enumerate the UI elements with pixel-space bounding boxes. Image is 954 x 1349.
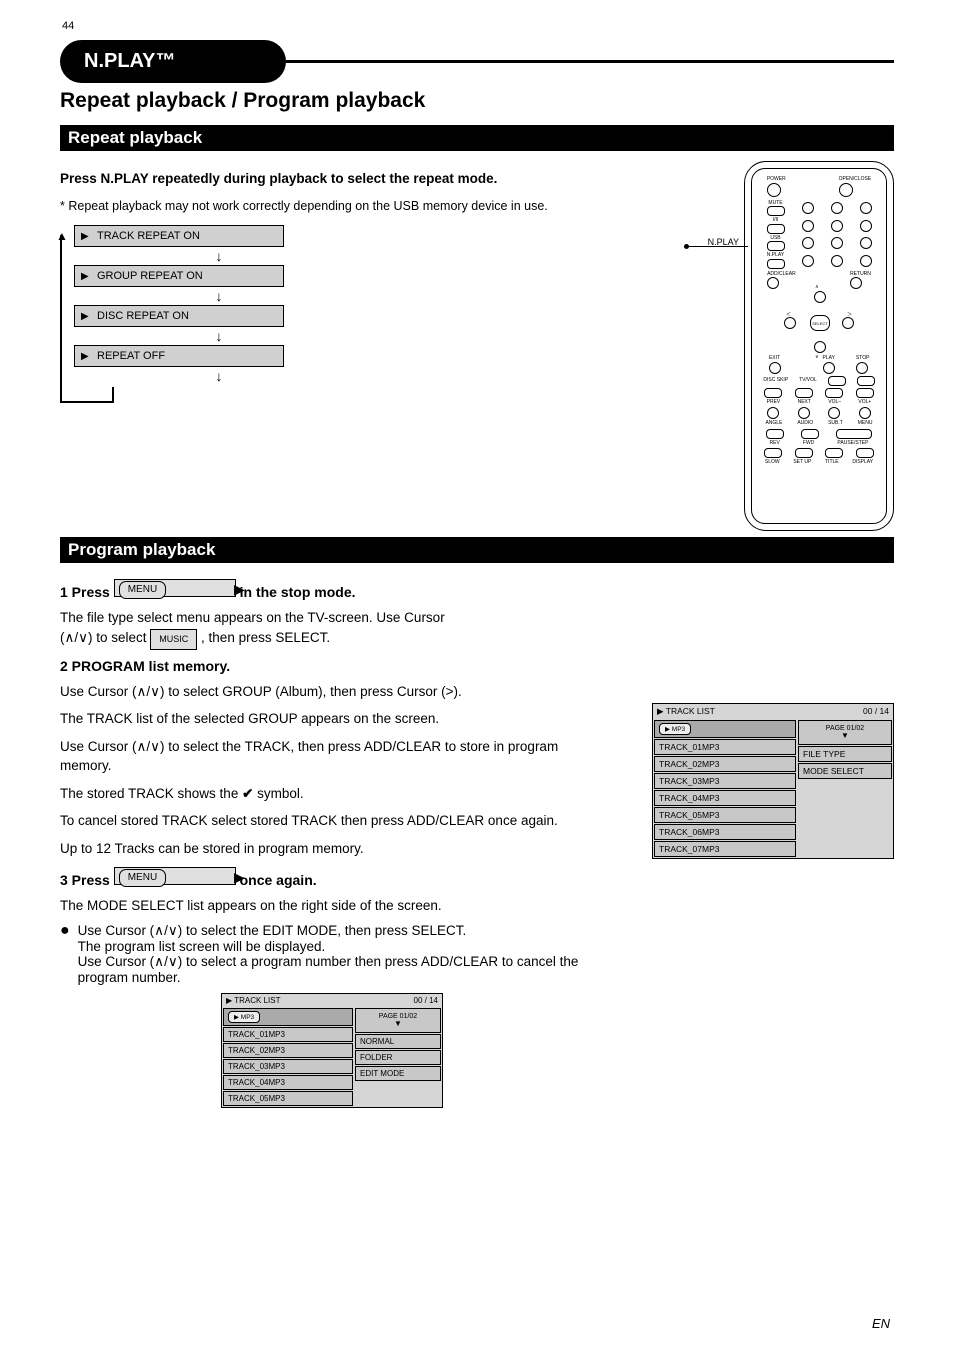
step-2-body5b: Up to 12 Tracks can be stored in program… — [60, 839, 604, 859]
subsection-bar-program: Program playback — [60, 537, 894, 563]
menu-button-graphic-2: MENU ▶ — [114, 867, 236, 885]
section-pill-title: N.PLAY™ — [60, 40, 286, 83]
section-rule — [286, 60, 894, 63]
bullet-1: ● Use Cursor (∧/∨) to select the EDIT MO… — [60, 923, 604, 985]
step-2-body1: Use Cursor (∧/∨) to select GROUP (Album)… — [60, 682, 604, 702]
music-option-box: MUSIC — [150, 629, 197, 650]
step-2-body2: The TRACK list of the selected GROUP app… — [60, 709, 604, 729]
menu-button-graphic: MENU ▶ — [114, 579, 236, 597]
menu-screenshot-2: ▶ TRACK LIST 00 / 14 ▶ MP3 TRACK_01MP3 T… — [221, 993, 443, 1108]
step-2-body5a: To cancel stored TRACK select stored TRA… — [60, 811, 604, 831]
nplay-button — [767, 259, 785, 269]
step-3-body: The MODE SELECT list appears on the righ… — [60, 896, 604, 916]
intro-text: Press N.PLAY repeatedly during playback … — [60, 169, 604, 189]
flow-box-group: ▶GROUP REPEAT ON — [74, 265, 284, 287]
step-1-body: The file type select menu appears on the… — [60, 608, 604, 650]
step-2: 2 PROGRAM list memory. — [60, 658, 604, 674]
bullet-icon: ● — [60, 923, 70, 985]
flow-box-disc: ▶DISC REPEAT ON — [74, 305, 284, 327]
menu-screenshot-1: ▶ TRACK LIST 00 / 14 ▶ MP3 TRACK_01MP3 T… — [652, 703, 894, 859]
check-icon: ✔ — [242, 786, 253, 801]
step-2-body4: The stored TRACK shows the ✔ symbol. — [60, 784, 604, 804]
page-number: 44 — [62, 20, 74, 32]
flow-box-off: ▶REPEAT OFF — [74, 345, 284, 367]
step-2-body3: Use Cursor (∧/∨) to select the TRACK, th… — [60, 737, 604, 776]
repeat-flow-diagram: ▲ ▶TRACK REPEAT ON ↓ ▶GROUP REPEAT ON ↓ … — [74, 225, 284, 385]
page-subtitle: Repeat playback / Program playback — [60, 89, 894, 113]
step-3: 3 Press MENU ▶ once again. — [60, 867, 604, 888]
page-footer: EN — [872, 1316, 890, 1331]
subsection-bar-repeat: Repeat playback — [60, 125, 894, 151]
section-header: N.PLAY™ — [60, 40, 894, 83]
flow-box-track: ▶TRACK REPEAT ON — [74, 225, 284, 247]
remote-control-diagram: N.PLAY POWEROPEN/CLOSE MUTE I/II USB N.P… — [744, 161, 894, 531]
step-1: 1 Press MENU ▶ in the stop mode. — [60, 579, 604, 600]
repeat-note: * Repeat playback may not work correctly… — [60, 197, 604, 215]
